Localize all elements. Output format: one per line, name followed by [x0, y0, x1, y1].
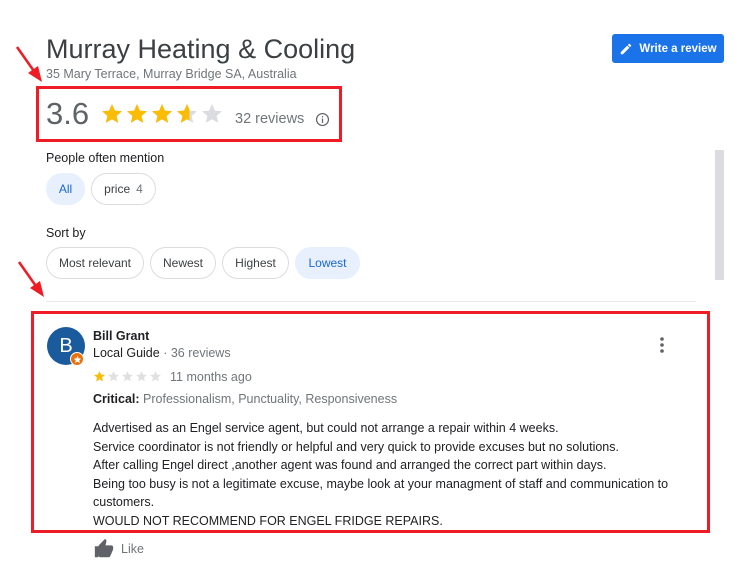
sort-label: Sort by: [46, 226, 86, 240]
more-options-icon[interactable]: [655, 336, 669, 354]
meta-separator: ·: [159, 346, 171, 360]
review-text-line: After calling Engel direct ,another agen…: [93, 458, 607, 472]
sort-newest[interactable]: Newest: [150, 247, 216, 279]
reviewer-name[interactable]: Bill Grant: [93, 329, 149, 343]
local-guide-label: Local Guide: [93, 346, 160, 360]
star-icon: [108, 371, 119, 382]
star-icon: [177, 104, 197, 123]
star-icon: [202, 104, 222, 123]
critical-label: Critical:: [93, 392, 140, 406]
business-title: Murray Heating & Cooling: [46, 34, 356, 64]
star-icon: [102, 104, 122, 123]
review-text-line: Advertised as an Engel service agent, bu…: [93, 421, 559, 435]
star-icon: [152, 104, 172, 123]
sort-most-relevant[interactable]: Most relevant: [46, 247, 144, 279]
like-label: Like: [121, 542, 144, 556]
review-text-line: WOULD NOT RECOMMEND FOR ENGEL FRIDGE REP…: [93, 513, 443, 528]
chip-price[interactable]: price 4: [91, 173, 156, 205]
review-text-line: Being too busy is not a legitimate excus…: [93, 476, 669, 510]
like-button[interactable]: Like: [93, 538, 144, 560]
review-text-line: Service coordinator is not friendly or h…: [93, 439, 619, 454]
review-text: Advertised as an Engel service agent, bu…: [93, 419, 698, 530]
annotation-arrow-icon: [17, 261, 44, 297]
mentions-label: People often mention: [46, 151, 165, 165]
star-icon: [136, 371, 147, 382]
review-time: 11 months ago: [170, 370, 252, 384]
info-icon[interactable]: [315, 112, 330, 127]
critical-items: Professionalism, Punctuality, Responsive…: [143, 392, 398, 406]
chip-all[interactable]: All: [46, 173, 85, 205]
sort-newest-label: Newest: [162, 256, 203, 270]
write-review-label: Write a review: [639, 42, 717, 55]
review-count[interactable]: 32 reviews: [235, 111, 304, 127]
divider: [46, 301, 696, 302]
annotation-arrow-icon: [15, 46, 42, 82]
reviewer-review-count: 36 reviews: [170, 346, 231, 360]
average-rating: 3.6: [46, 96, 90, 131]
star-icon: [122, 371, 133, 382]
sort-highest[interactable]: Highest: [222, 247, 289, 279]
chip-price-label: price: [104, 182, 131, 196]
pencil-icon: [621, 43, 632, 54]
reviewer-meta: Local Guide · 36 reviews: [93, 346, 231, 360]
star-icon: [127, 104, 147, 123]
sort-lowest-label: Lowest: [308, 256, 347, 270]
star-icon: [94, 371, 105, 382]
sort-lowest[interactable]: Lowest: [295, 247, 360, 279]
critical-attributes: Critical: Professionalism, Punctuality, …: [93, 392, 397, 406]
scrollbar[interactable]: [715, 150, 724, 280]
write-review-button[interactable]: Write a review: [612, 34, 724, 63]
sort-most-relevant-label: Most relevant: [58, 256, 132, 270]
chip-all-label: All: [58, 182, 73, 196]
star-icon: [150, 371, 161, 382]
business-address: 35 Mary Terrace, Murray Bridge SA, Austr…: [46, 67, 297, 81]
local-guide-badge-icon: [70, 352, 84, 366]
review-stars: [93, 370, 162, 383]
sort-highest-label: Highest: [235, 256, 276, 270]
thumbs-up-icon: [94, 538, 114, 558]
rating-stars: [100, 102, 224, 126]
chip-price-count: 4: [136, 182, 143, 196]
